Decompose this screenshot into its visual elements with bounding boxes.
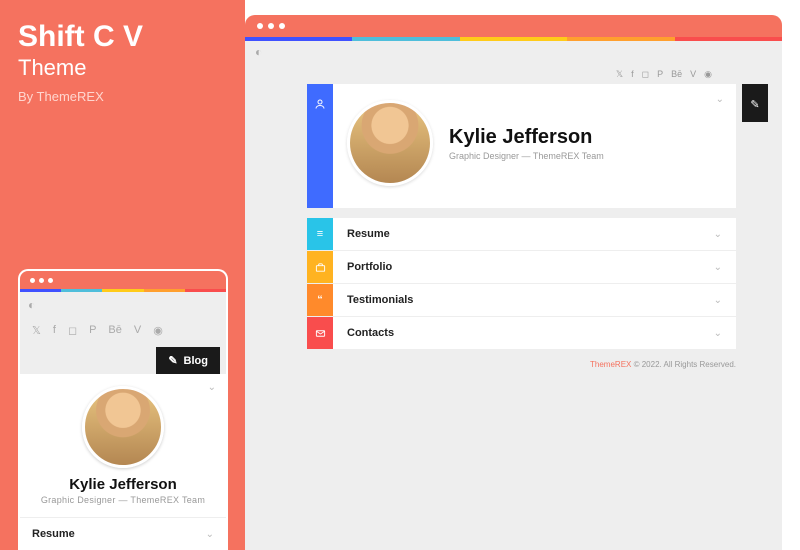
- avatar: [347, 100, 433, 186]
- profile-tab[interactable]: [307, 84, 333, 208]
- nav-label: Resume: [32, 528, 75, 540]
- nav-tab: [307, 317, 333, 349]
- desktop-preview: ◐ 𝕏 f ◻ P Bē V ◉ ⌄: [245, 15, 782, 550]
- nav-portfolio[interactable]: Portfolio ⌄: [307, 251, 736, 283]
- product-author: By ThemeREX: [18, 89, 227, 104]
- instagram-icon[interactable]: ◻: [642, 69, 649, 80]
- social-row: 𝕏 f ◻ P Bē V ◉: [245, 63, 782, 84]
- facebook-icon[interactable]: f: [631, 69, 634, 80]
- nav-tab: [307, 251, 333, 283]
- desktop-titlebar: [245, 15, 782, 37]
- footer-brand[interactable]: ThemeREX: [590, 360, 631, 369]
- nav-tab: “: [307, 284, 333, 316]
- dribbble-icon[interactable]: ◉: [704, 69, 712, 80]
- nav-label: Resume: [347, 228, 390, 240]
- briefcase-icon: [315, 262, 326, 273]
- blog-button[interactable]: ✎ Blog: [156, 347, 220, 374]
- chevron-down-icon: ⌄: [714, 229, 722, 240]
- chevron-down-icon: ⌄: [714, 262, 722, 273]
- mobile-titlebar: [20, 271, 226, 289]
- profile-section: ⌄ Kylie Jefferson Graphic Designer — The…: [307, 84, 736, 208]
- behance-icon[interactable]: Bē: [108, 324, 121, 337]
- profile-card: ⌄ Kylie Jefferson Graphic Designer — The…: [20, 374, 226, 517]
- nav-testimonials[interactable]: “ Testimonials ⌄: [307, 284, 736, 316]
- avatar: [82, 386, 164, 468]
- twitter-icon[interactable]: 𝕏: [616, 69, 623, 80]
- theme-toggle-icon[interactable]: ◐: [255, 45, 262, 59]
- profile-role: Graphic Designer — ThemeREX Team: [32, 495, 214, 505]
- chevron-down-icon[interactable]: ⌄: [208, 382, 216, 393]
- menu-icon: ≡: [317, 228, 323, 240]
- footer-text: © 2022. All Rights Reserved.: [631, 360, 736, 369]
- nav-resume[interactable]: ≡ Resume ⌄: [307, 218, 736, 250]
- product-subtitle: Theme: [18, 55, 227, 81]
- pinterest-icon[interactable]: P: [89, 324, 96, 337]
- instagram-icon[interactable]: ◻: [68, 324, 77, 337]
- mail-icon: [315, 328, 326, 339]
- nav-label: Contacts: [347, 327, 394, 339]
- chevron-down-icon: ⌄: [714, 328, 722, 339]
- nav-tab: ≡: [307, 218, 333, 250]
- theme-toggle-icon[interactable]: ◐: [28, 298, 35, 312]
- vimeo-icon[interactable]: V: [134, 324, 141, 337]
- facebook-icon[interactable]: f: [53, 324, 56, 337]
- chevron-down-icon[interactable]: ⌄: [716, 94, 724, 105]
- chevron-down-icon: ⌄: [206, 529, 214, 540]
- footer: ThemeREX © 2022. All Rights Reserved.: [245, 350, 782, 369]
- twitter-icon[interactable]: 𝕏: [32, 324, 41, 337]
- color-stripe: [245, 37, 782, 41]
- social-row: 𝕏 f ◻ P Bē V ◉: [20, 318, 226, 341]
- nav-label: Portfolio: [347, 261, 392, 273]
- chevron-down-icon: ⌄: [714, 295, 722, 306]
- pencil-icon: ✎: [750, 98, 759, 111]
- pencil-icon: ✎: [168, 354, 177, 367]
- color-stripe: [20, 289, 226, 292]
- profile-role: Graphic Designer — ThemeREX Team: [449, 151, 604, 161]
- quote-icon: “: [317, 294, 323, 306]
- nav-contacts[interactable]: Contacts ⌄: [307, 317, 736, 349]
- vimeo-icon[interactable]: V: [690, 69, 696, 80]
- profile-name: Kylie Jefferson: [449, 126, 604, 149]
- nav-resume[interactable]: Resume ⌄: [20, 517, 226, 550]
- nav-label: Testimonials: [347, 294, 413, 306]
- behance-icon[interactable]: Bē: [671, 69, 682, 80]
- user-icon: [314, 98, 326, 110]
- product-title: Shift C V: [18, 20, 227, 53]
- mobile-preview: ◐ 𝕏 f ◻ P Bē V ◉ ✎ Blog ⌄ Kylie Jeffer: [18, 269, 228, 550]
- dribbble-icon[interactable]: ◉: [153, 324, 163, 337]
- edit-button[interactable]: ✎: [742, 84, 768, 122]
- profile-name: Kylie Jefferson: [32, 476, 214, 493]
- blog-label: Blog: [184, 355, 208, 367]
- pinterest-icon[interactable]: P: [657, 69, 663, 80]
